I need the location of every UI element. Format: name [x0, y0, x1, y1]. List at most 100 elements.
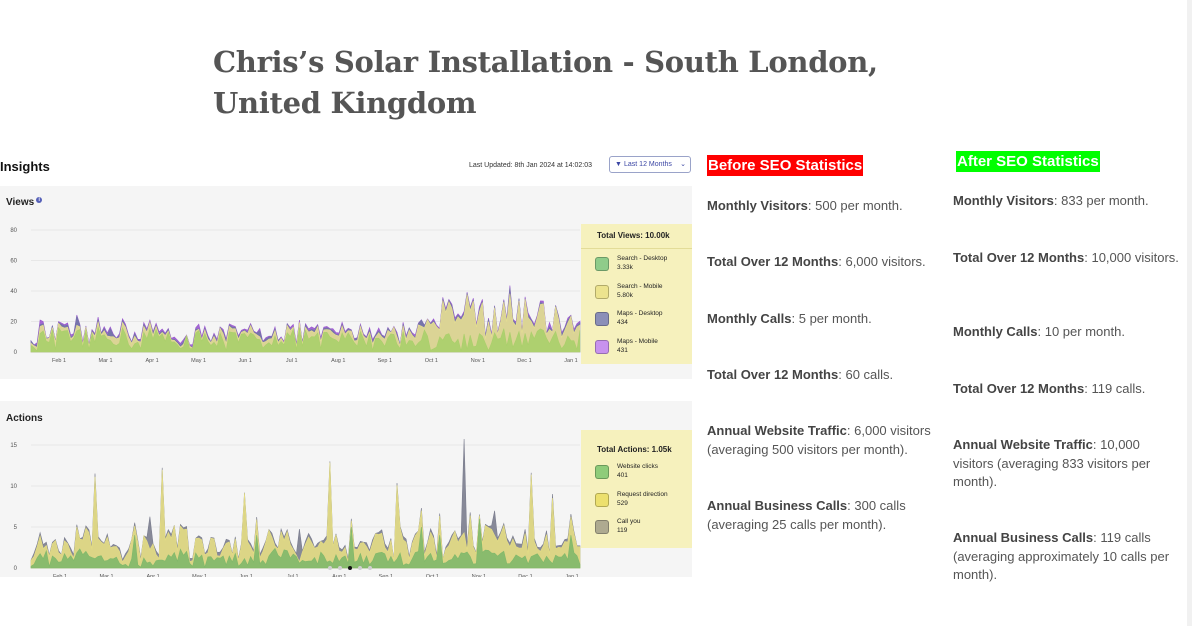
y-tick-label: 10: [10, 484, 17, 490]
legend-item[interactable]: Maps - Mobile 431: [595, 338, 685, 360]
stat-item: Total Over 12 Months: 6,000 visitors.: [707, 253, 943, 272]
stat-value: : 500 per month.: [807, 198, 903, 213]
insights-header: Insights Last Updated: 8th Jan 2024 at 1…: [0, 152, 692, 182]
legend-item[interactable]: Maps - Desktop 434: [595, 310, 685, 332]
stat-value: : 6,000 visitors.: [838, 254, 926, 269]
legend-item[interactable]: Request direction 529: [595, 491, 685, 513]
stat-value: : 833 per month.: [1053, 193, 1149, 208]
carousel-dot[interactable]: [358, 566, 362, 570]
stat-label: Annual Business Calls: [707, 498, 848, 513]
y-tick-label: 0: [14, 350, 18, 356]
y-tick-label: 40: [10, 289, 17, 295]
x-tick-label: Aug 1: [331, 358, 345, 364]
x-tick-label: Jul 1: [287, 574, 299, 577]
y-tick-label: 60: [10, 259, 17, 265]
stat-value: : 119 calls.: [1084, 381, 1146, 396]
x-tick-label: Aug 1: [332, 574, 346, 577]
views-total: Total Views: 10.00k: [597, 231, 670, 240]
legend-label: Maps - Mobile: [617, 337, 658, 345]
stat-item: Total Over 12 Months: 119 calls.: [953, 380, 1181, 399]
views-legend: Total Views: 10.00k Search - Desktop 3.33…: [581, 224, 692, 364]
stat-value: : 5 per month.: [791, 311, 872, 326]
legend-swatch: [595, 312, 609, 326]
legend-item[interactable]: Search - Mobile 5.80k: [595, 283, 685, 305]
views-card: Views i 0 20 40 60 80 Feb 1 Mar 1 Apr 1 May 1 Jun …: [0, 186, 692, 379]
stat-item: Annual Business Calls: 119 calls (averag…: [953, 529, 1181, 585]
x-tick-label: Jan 1: [565, 574, 578, 577]
actions-legend: Total Actions: 1.05k Website clicks 401 Re…: [581, 430, 692, 548]
after-seo-heading: After SEO Statistics: [956, 151, 1100, 172]
stat-item: Annual Website Traffic: 6,000 visitors (…: [707, 422, 943, 459]
stat-item: Total Over 12 Months: 60 calls.: [707, 366, 943, 385]
y-tick-label: 0: [14, 566, 18, 572]
stat-item: Monthly Visitors: 833 per month.: [953, 192, 1181, 211]
stat-value: : 60 calls.: [838, 367, 894, 382]
stat-item: Total Over 12 Months: 10,000 visitors.: [953, 249, 1181, 268]
stat-item: Monthly Calls: 5 per month.: [707, 310, 943, 329]
x-tick-label: Oct 1: [426, 574, 439, 577]
actions-card: Actions 0 5 10 15 Feb 1 Mar 1 Apr 1 May 1 Jun 1J…: [0, 401, 692, 577]
legend-item[interactable]: Call you 119: [595, 518, 685, 540]
carousel-dot[interactable]: [338, 566, 342, 570]
legend-label: Website clicks: [617, 463, 659, 470]
legend-swatch: [595, 284, 609, 299]
legend-value: 5.80k: [617, 291, 633, 299]
stat-label: Monthly Calls: [707, 311, 792, 326]
date-range-label: Last 12 Months: [624, 161, 672, 168]
legend-value: 119: [617, 527, 628, 534]
stat-label: Monthly Visitors: [953, 193, 1054, 208]
stat-label: Annual Business Calls: [953, 530, 1094, 545]
stat-value: : 10 per month.: [1037, 324, 1125, 339]
stat-item: Annual Business Calls: 300 calls (averag…: [707, 497, 943, 534]
y-tick-label: 5: [14, 525, 18, 531]
before-seo-heading: Before SEO Statistics: [707, 155, 864, 176]
stat-label: Total Over 12 Months: [707, 254, 839, 269]
legend-value: 431: [617, 346, 628, 354]
y-tick-label: 80: [10, 228, 17, 234]
stat-label: Monthly Visitors: [707, 198, 808, 213]
x-tick-label: Dec 1: [517, 358, 531, 364]
x-tick-label: Jun 1: [239, 574, 252, 577]
stat-label: Annual Website Traffic: [707, 423, 847, 438]
x-tick-label: Jan 1: [564, 358, 577, 364]
filter-icon: ▼: [615, 161, 622, 168]
legend-label: Search - Desktop: [617, 255, 668, 262]
page-edge: [1187, 0, 1192, 626]
legend-item[interactable]: Search - Desktop 3.33k: [595, 255, 685, 277]
x-tick-label: Mar 1: [99, 358, 113, 364]
x-tick-label: Sep 1: [378, 358, 392, 364]
stat-value: : 10,000 visitors.: [1084, 250, 1179, 265]
series-area: [30, 462, 581, 569]
legend-swatch: [595, 339, 609, 354]
legend-value: 529: [617, 499, 628, 507]
x-tick-label: Dec 1: [518, 574, 532, 577]
legend-value: 3.33k: [617, 264, 633, 271]
x-tick-label: Jul 1: [286, 358, 298, 364]
stat-item: Annual Website Traffic: 10,000 visitors …: [953, 436, 1181, 492]
legend-label: Search - Mobile: [617, 282, 663, 290]
x-tick-label: Jun 1: [238, 358, 251, 364]
x-tick-label: Apr 1: [146, 358, 159, 364]
legend-value: 401: [617, 472, 628, 479]
legend-label: Call you: [617, 518, 641, 525]
stat-label: Monthly Calls: [953, 324, 1038, 339]
last-updated-text: Last Updated: 8th Jan 2024 at 14:02:03: [469, 162, 592, 169]
stat-item: Monthly Visitors: 500 per month.: [707, 197, 943, 216]
x-tick-label: Feb 1: [52, 358, 66, 364]
legend-swatch: [595, 257, 609, 271]
carousel-dot[interactable]: [368, 566, 372, 570]
stat-label: Annual Website Traffic: [953, 437, 1093, 452]
legend-label: Request direction: [617, 490, 668, 498]
x-tick-label: Oct 1: [425, 358, 438, 364]
actions-total: Total Actions: 1.05k: [597, 445, 672, 454]
carousel-dot[interactable]: [328, 566, 332, 570]
legend-divider: [581, 248, 692, 249]
legend-item[interactable]: Website clicks 401: [595, 463, 685, 485]
y-tick-label: 15: [10, 443, 17, 449]
legend-value: 434: [617, 319, 628, 326]
date-range-filter[interactable]: ▼ Last 12 Months ⌄: [609, 156, 691, 173]
x-tick-label: May 1: [191, 358, 206, 364]
stat-label: Total Over 12 Months: [953, 250, 1085, 265]
carousel-dot[interactable]: [348, 566, 352, 570]
carousel-dots[interactable]: [328, 566, 378, 572]
